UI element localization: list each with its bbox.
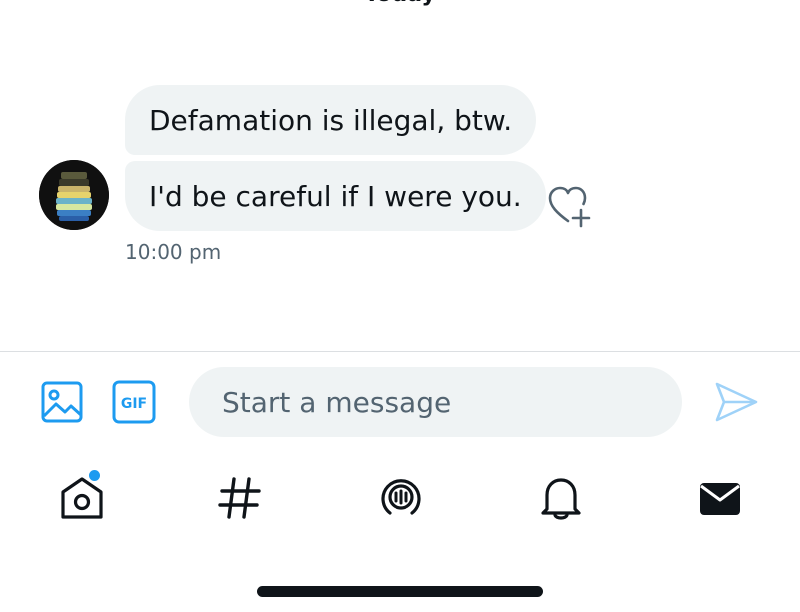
message-timestamp: 10:00 pm (125, 240, 222, 264)
layered-stack-avatar-image (39, 160, 109, 230)
gif-label: GIF (121, 396, 147, 412)
send-icon[interactable] (713, 380, 759, 424)
hashtag-icon[interactable] (216, 473, 264, 523)
home-indicator[interactable] (257, 586, 543, 597)
message-bubble[interactable]: Defamation is illegal, btw. (125, 85, 537, 155)
message-bubble[interactable]: I'd be careful if I were you. (125, 161, 546, 231)
spaces-icon[interactable] (377, 473, 425, 523)
notification-dot (89, 470, 100, 481)
message-input-placeholder: Start a message (222, 385, 452, 419)
home-icon[interactable] (58, 473, 106, 523)
image-icon[interactable] (40, 380, 84, 424)
date-separator: Today (0, 0, 800, 8)
gif-icon[interactable]: GIF (112, 380, 156, 424)
message-text: I'd be careful if I were you. (149, 179, 522, 213)
composer-divider (0, 351, 800, 352)
message-text: Defamation is illegal, btw. (149, 103, 513, 137)
sender-avatar[interactable] (39, 160, 109, 230)
envelope-icon[interactable] (696, 473, 744, 523)
bell-icon[interactable] (537, 473, 585, 523)
heart-plus-icon[interactable] (547, 185, 593, 229)
message-input[interactable]: Start a message (189, 367, 682, 437)
